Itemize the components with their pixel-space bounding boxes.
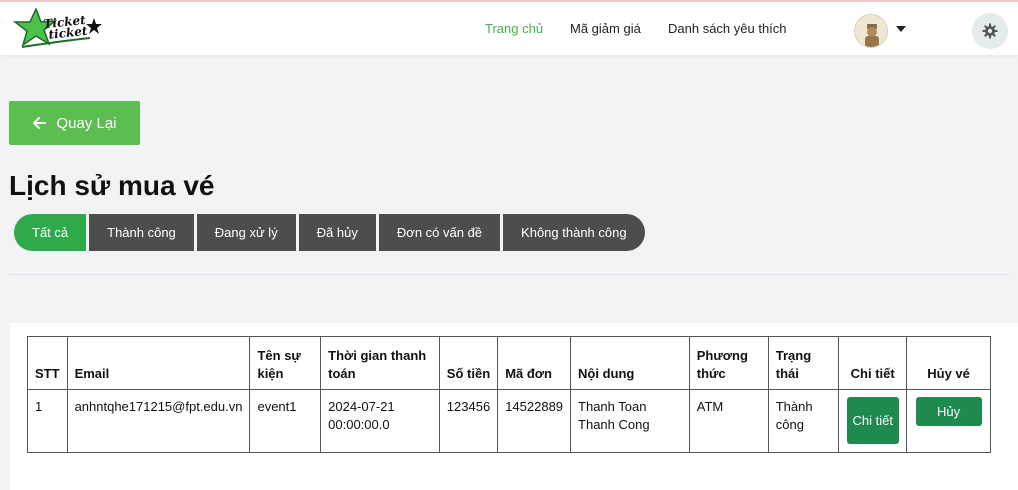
back-button-label: Quay Lại	[56, 114, 117, 132]
cell-order-code: 14522889	[497, 389, 572, 453]
arrow-left-icon	[33, 117, 47, 129]
col-header-payment-time: Thời gian thanh toán	[320, 336, 440, 390]
avatar-image	[855, 15, 887, 47]
cell-amount: 123456	[438, 389, 499, 453]
cell-stt: 1	[27, 389, 68, 453]
tab-failed[interactable]: Không thành công	[503, 214, 645, 251]
cell-detail: Chi tiết	[838, 389, 908, 453]
col-header-content: Nội dung	[570, 336, 690, 390]
cell-cancel: Hủy	[906, 389, 991, 453]
table-header-row: STT Email Tên sự kiện Thời gian thanh to…	[27, 336, 991, 390]
nav-wishlist-link[interactable]: Danh sách yêu thích	[668, 21, 787, 36]
tab-problem-orders[interactable]: Đơn có vấn đề	[378, 214, 501, 251]
tab-cancelled[interactable]: Đã hủy	[298, 214, 376, 251]
table-row: 1 anhntqhe171215@fpt.edu.vn event1 2024-…	[27, 389, 991, 453]
user-avatar[interactable]	[854, 14, 888, 48]
section-divider	[9, 274, 1009, 275]
status-filter-tabs: Tất cả Thành công Đang xử lý Đã hủy Đơn …	[14, 214, 645, 251]
tab-success[interactable]: Thành công	[89, 214, 194, 251]
ticket-logo[interactable]: Ticket ticket	[12, 7, 112, 50]
cancel-ticket-button[interactable]: Hủy	[915, 397, 982, 426]
back-button[interactable]: Quay Lại	[9, 101, 140, 145]
cell-content: Thanh Toan Thanh Cong	[570, 389, 690, 453]
col-header-cancel: Hủy vé	[906, 336, 991, 390]
cell-method: ATM	[688, 389, 769, 453]
gear-icon	[982, 23, 998, 39]
nav-discount-link[interactable]: Mã giảm giá	[570, 21, 641, 36]
settings-button[interactable]	[972, 13, 1008, 49]
col-header-method: Phương thức	[688, 336, 769, 390]
orders-table: STT Email Tên sự kiện Thời gian thanh to…	[27, 336, 991, 453]
cell-email: anhntqhe171215@fpt.edu.vn	[66, 389, 251, 453]
col-header-amount: Số tiền	[438, 336, 499, 390]
cell-status: Thành công	[767, 389, 840, 453]
col-header-stt: STT	[27, 336, 68, 390]
cell-event: event1	[249, 389, 322, 453]
tab-processing[interactable]: Đang xử lý	[196, 214, 296, 251]
col-header-status: Trạng thái	[767, 336, 840, 390]
col-header-order-code: Mã đơn	[497, 336, 572, 390]
logo-text: Ticket ticket	[42, 12, 89, 42]
nav-home-link[interactable]: Trang chủ	[485, 21, 543, 36]
col-header-email: Email	[66, 336, 251, 390]
chevron-down-icon[interactable]	[896, 26, 906, 32]
detail-button[interactable]: Chi tiết	[846, 397, 899, 444]
page-title: Lịch sử mua vé	[9, 170, 215, 201]
col-header-event: Tên sự kiện	[249, 336, 322, 390]
tab-all[interactable]: Tất cả	[14, 214, 87, 251]
col-header-detail: Chi tiết	[838, 336, 908, 390]
top-navbar: Ticket ticket Trang chủ Mã giảm giá Danh…	[0, 0, 1018, 55]
cell-payment-time: 2024-07-21 00:00:00.0	[320, 389, 440, 453]
